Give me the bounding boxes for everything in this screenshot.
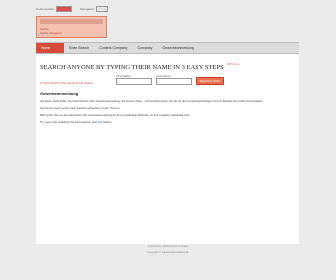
search-heading-row: SEARCH ANYONE BY TYPING THEIR NAME IN 3 … [40,62,295,71]
logo-subtext: Suche eingeben [40,31,62,35]
section-title: Gewerbeanmeldung [40,91,79,96]
navigation-label: Navigation [79,6,95,11]
paragraph-4-prefix: Tip: Lesen Sie unbedingt die Information… [40,120,98,124]
paragraph-4: Tip: Lesen Sie unbedingt die Information… [40,121,295,125]
main-nav: Home Erste Search Content Company Compan… [36,42,299,54]
search-steps-text: 1) Click Field 2) Set Fields 3) Hit Sear… [40,81,94,85]
first-name-field: First Name [116,74,152,85]
footer: Impressum | Datenschutz | Kontakt Copyri… [0,244,336,254]
paragraph-3: Bitte prüfen Sie vor dem Einreichen der … [40,113,190,117]
top-bar: Customerbox Navigation [36,4,109,13]
nav-gewerbeanmeldung[interactable]: Gewerbeanmeldung [157,46,199,50]
customer-label: Customerbox [36,6,54,11]
search-row: 1) Click Field 2) Set Fields 3) Hit Sear… [40,74,295,85]
last-name-field: Last Name [156,74,192,85]
nav-erste-search[interactable]: Erste Search [64,46,94,50]
search-hint: 100% free [226,62,240,66]
nav-home[interactable]: Home [36,43,64,53]
navigation-select[interactable] [96,5,109,12]
paragraph-1: Auf dieser Seite finden Sie Informatione… [40,99,264,103]
search-button[interactable]: SEARCH NOW [196,77,224,85]
paragraph-2: Sie können auch suchen nach weiteren Hin… [40,106,121,110]
nav-content-company-label: Content Company [99,46,128,50]
logo-bar [40,19,103,24]
footer-links[interactable]: Impressum | Datenschutz | Kontakt [0,245,336,248]
paragraph-4-suffix: klicken. [103,120,113,124]
customer-select[interactable] [55,5,72,12]
main-content: SEARCH ANYONE BY TYPING THEIR NAME IN 3 … [36,54,299,244]
header-logo-box[interactable]: Suche Suche eingeben [36,16,107,38]
nav-company-label: Company [137,46,153,50]
search-heading: SEARCH ANYONE BY TYPING THEIR NAME IN 3 … [40,64,224,71]
nav-gewerbeanmeldung-label: Gewerbeanmeldung [162,46,194,50]
nav-company[interactable]: Company [132,46,157,50]
nav-content-company[interactable]: Content Company [94,46,132,50]
nav-home-label: Home [41,46,51,50]
first-name-input[interactable] [116,78,152,85]
nav-erste-search-label: Erste Search [69,46,90,50]
footer-copyright: Copyright © Gewerbeanmeldung.de [147,251,189,254]
last-name-input[interactable] [156,78,192,85]
paragraph-4-link[interactable]: hier [98,121,102,124]
